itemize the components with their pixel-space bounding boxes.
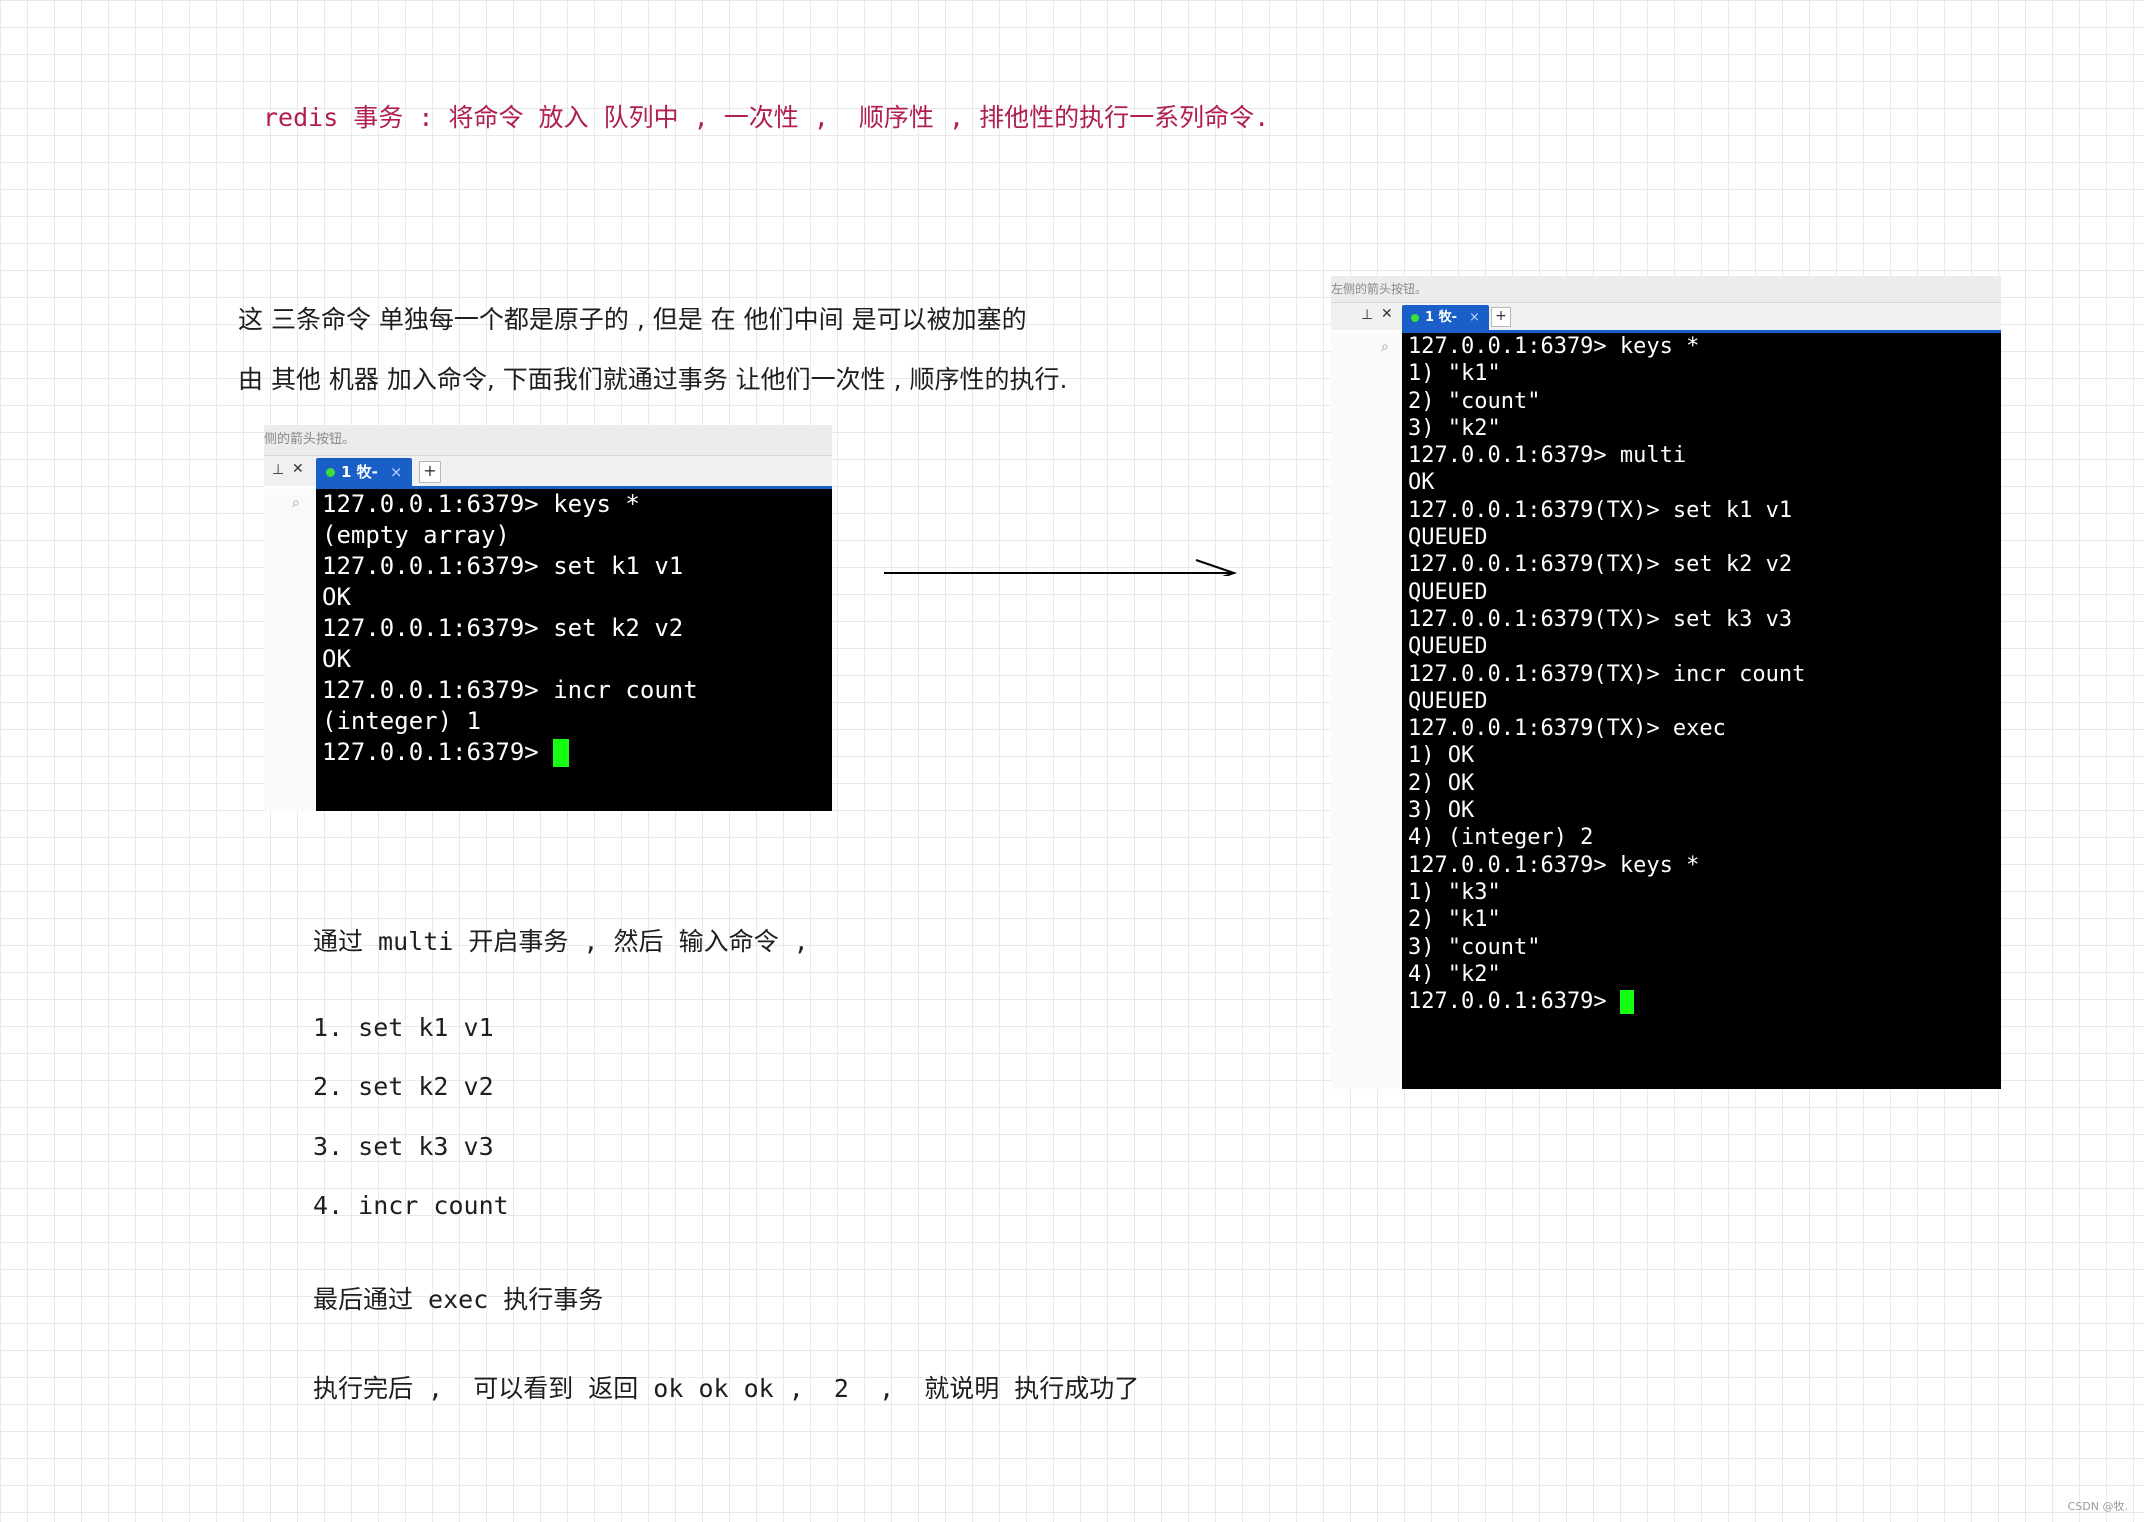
terminal-line: OK bbox=[322, 645, 351, 673]
terminal-line: QUEUED bbox=[1408, 525, 1488, 551]
terminal-line: OK bbox=[1408, 470, 1435, 496]
terminal-line: 1) "k1" bbox=[1408, 361, 1501, 387]
terminal-line: OK bbox=[322, 583, 351, 611]
page-title: redis 事务 : 将命令 放入 队列中 , 一次性 , 顺序性 , 排他性的… bbox=[263, 103, 1270, 132]
terminal-line: 4) (integer) 2 bbox=[1408, 825, 1594, 851]
tab-label: 1 牧- bbox=[341, 463, 378, 481]
terminal-line: 127.0.0.1:6379(TX)> exec bbox=[1408, 716, 1726, 742]
terminal-line: 3) "k2" bbox=[1408, 415, 1501, 441]
terminal-line: (empty array) bbox=[322, 521, 510, 549]
sidebar-column: ⌕ bbox=[1331, 333, 1402, 1089]
terminal-line: 127.0.0.1:6379> set k1 v1 bbox=[322, 552, 684, 580]
terminal-line: 127.0.0.1:6379(TX)> incr count bbox=[1408, 661, 1806, 687]
terminal-line: (integer) 1 bbox=[322, 707, 481, 735]
terminal-line: 2) "k1" bbox=[1408, 907, 1501, 933]
tab-session-1[interactable]: 1 牧- × bbox=[1402, 305, 1489, 330]
terminal-line: 127.0.0.1:6379(TX)> set k3 v3 bbox=[1408, 606, 1793, 632]
terminal-line: 127.0.0.1:6379> incr count bbox=[322, 676, 698, 704]
terminal-line: QUEUED bbox=[1408, 688, 1488, 714]
step-item: 1. set k1 v1 bbox=[313, 1013, 494, 1042]
terminal-line: 127.0.0.1:6379> keys * bbox=[1408, 852, 1700, 878]
connected-status-icon bbox=[326, 468, 335, 477]
terminal-line: 127.0.0.1:6379> bbox=[322, 737, 832, 768]
search-icon[interactable]: ⌕ bbox=[1381, 339, 1389, 355]
step-item: 3. set k3 v3 bbox=[313, 1132, 494, 1161]
terminal-line: 127.0.0.1:6379(TX)> set k1 v1 bbox=[1408, 497, 1793, 523]
step-item: 2. set k2 v2 bbox=[313, 1072, 494, 1101]
arrow-icon bbox=[884, 559, 1238, 576]
terminal-line: 2) OK bbox=[1408, 770, 1475, 796]
terminal-line: 127.0.0.1:6379(TX)> set k2 v2 bbox=[1408, 552, 1793, 578]
terminal-tab-bar: ⊥ ✕ 1 牧- × + bbox=[264, 456, 832, 486]
intro-line-1: 这 三条命令 单独每一个都是原子的 , 但是 在 他们中间 是可以被加塞的 bbox=[238, 305, 1027, 334]
terminal-line: 127.0.0.1:6379> keys * bbox=[322, 490, 640, 518]
pin-icon[interactable]: ⊥ bbox=[272, 462, 284, 478]
terminal-window-large: 左侧的箭头按钮。 ⊥ ✕ 1 牧- × + ⌕ 127.0.0.1:6379> k… bbox=[1331, 276, 2001, 1089]
terminal-line: QUEUED bbox=[1408, 634, 1488, 660]
terminal-line: 3) "count" bbox=[1408, 934, 1541, 960]
terminal-line: 127.0.0.1:6379> keys * bbox=[1408, 334, 1700, 359]
result-note: 执行完后 , 可以看到 返回 ok ok ok , 2 , 就说明 执行成功了 bbox=[313, 1374, 1140, 1403]
terminal-tab-bar: ⊥ ✕ 1 牧- × + bbox=[1331, 303, 2001, 330]
intro-line-2: 由 其他 机器 加入命令, 下面我们就通过事务 让他们一次性 , 顺序性的执行. bbox=[238, 365, 1068, 394]
step-item: 4. incr count bbox=[313, 1191, 509, 1220]
search-icon[interactable]: ⌕ bbox=[292, 495, 300, 511]
terminal-line: 127.0.0.1:6379> set k2 v2 bbox=[322, 614, 684, 642]
terminal-line: 3) OK bbox=[1408, 798, 1475, 824]
pin-icon[interactable]: ⊥ bbox=[1361, 307, 1373, 323]
terminal-hint: 左侧的箭头按钮。 bbox=[1331, 276, 2001, 303]
tab-label: 1 牧- bbox=[1425, 310, 1457, 325]
terminal-screen[interactable]: 127.0.0.1:6379> keys * 1) "k1" 2) "count" 3… bbox=[1402, 333, 2001, 1089]
steps-intro: 通过 multi 开启事务 , 然后 输入命令 , bbox=[313, 927, 809, 956]
terminal-screen[interactable]: 127.0.0.1:6379> keys * (empty array) 127.0… bbox=[316, 489, 832, 811]
exec-note: 最后通过 exec 执行事务 bbox=[313, 1285, 604, 1314]
close-icon[interactable]: ✕ bbox=[1381, 306, 1393, 322]
terminal-cursor bbox=[1619, 990, 1634, 1015]
watermark: CSDN @牧. bbox=[2067, 1500, 2128, 1513]
new-tab-button[interactable]: + bbox=[1491, 307, 1511, 327]
terminal-line: 2) "count" bbox=[1408, 388, 1541, 414]
terminal-line: 4) "k2" bbox=[1408, 961, 1501, 987]
terminal-line: QUEUED bbox=[1408, 579, 1488, 605]
terminal-line: 127.0.0.1:6379> bbox=[1408, 988, 2001, 1015]
tab-close-icon[interactable]: × bbox=[390, 463, 403, 481]
tab-session-1[interactable]: 1 牧- × bbox=[316, 458, 413, 486]
new-tab-button[interactable]: + bbox=[419, 461, 441, 483]
close-icon[interactable]: ✕ bbox=[292, 461, 304, 477]
tab-close-icon[interactable]: × bbox=[1469, 310, 1480, 325]
terminal-cursor bbox=[553, 739, 570, 767]
connected-status-icon bbox=[1411, 313, 1419, 322]
terminal-line: 1) "k3" bbox=[1408, 879, 1501, 905]
terminal-window-small: 侧的箭头按钮。 ⊥ ✕ 1 牧- × + ⌕ 127.0.0.1:6379> ke… bbox=[264, 425, 832, 811]
terminal-hint: 侧的箭头按钮。 bbox=[264, 425, 832, 456]
sidebar-column: ⌕ bbox=[264, 489, 316, 811]
terminal-line: 1) OK bbox=[1408, 743, 1475, 769]
terminal-line: 127.0.0.1:6379> multi bbox=[1408, 443, 1687, 469]
